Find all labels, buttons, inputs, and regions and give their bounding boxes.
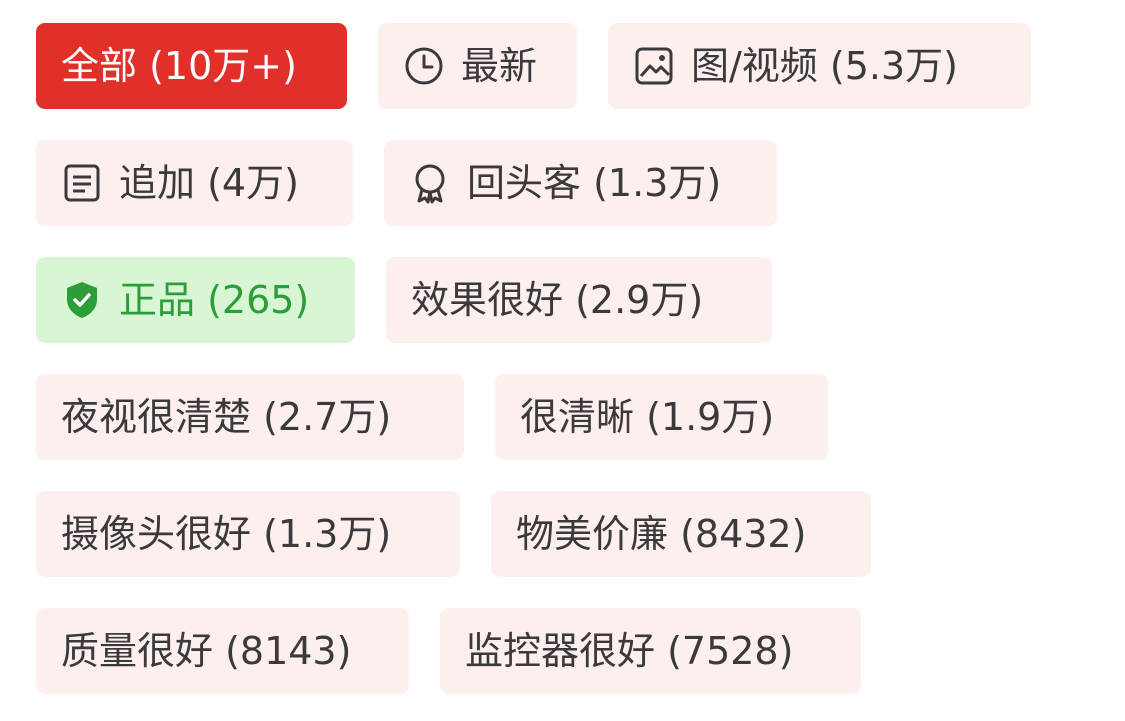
- filter-genuine[interactable]: 正品 (265): [36, 257, 355, 343]
- filter-latest[interactable]: 最新: [378, 23, 577, 109]
- badge-icon: [409, 162, 451, 204]
- filter-tag[interactable]: 监控器很好 (7528): [440, 608, 861, 694]
- filter-row: 正品 (265) 效果很好 (2.9万): [36, 257, 772, 343]
- filter-tag-label: 物美价廉 (8432): [516, 512, 807, 556]
- filter-tag-label: 监控器很好 (7528): [465, 629, 794, 673]
- filter-tag[interactable]: 很清晰 (1.9万): [495, 374, 828, 460]
- filter-row: 摄像头很好 (1.3万) 物美价廉 (8432): [36, 491, 871, 577]
- filter-latest-label: 最新: [461, 44, 538, 88]
- filter-genuine-label: 正品 (265): [119, 278, 310, 322]
- filter-row: 质量很好 (8143) 监控器很好 (7528): [36, 608, 861, 694]
- review-filter-tags: 全部 (10万+) 最新 图/视频 (5.3万) 追加 (4万) 回头客 (1.…: [0, 0, 1125, 721]
- shield-check-icon: [61, 279, 103, 321]
- clock-icon: [403, 45, 445, 87]
- filter-tag-label: 摄像头很好 (1.3万): [61, 512, 392, 556]
- filter-row: 夜视很清楚 (2.7万) 很清晰 (1.9万): [36, 374, 828, 460]
- filter-media[interactable]: 图/视频 (5.3万): [608, 23, 1031, 109]
- filter-tag[interactable]: 效果很好 (2.9万): [386, 257, 772, 343]
- filter-tag[interactable]: 摄像头很好 (1.3万): [36, 491, 460, 577]
- filter-all-label: 全部 (10万+): [61, 44, 297, 88]
- filter-row: 全部 (10万+) 最新 图/视频 (5.3万): [36, 23, 1031, 109]
- filter-tag-label: 效果很好 (2.9万): [411, 278, 704, 322]
- filter-media-label: 图/视频 (5.3万): [691, 44, 958, 88]
- filter-row: 追加 (4万) 回头客 (1.3万): [36, 140, 777, 226]
- image-icon: [633, 45, 675, 87]
- filter-followup[interactable]: 追加 (4万): [36, 140, 353, 226]
- filter-repeat-customer-label: 回头客 (1.3万): [467, 161, 722, 205]
- filter-tag[interactable]: 夜视很清楚 (2.7万): [36, 374, 464, 460]
- filter-tag-label: 质量很好 (8143): [61, 629, 352, 673]
- filter-followup-label: 追加 (4万): [119, 161, 299, 205]
- filter-tag-label: 夜视很清楚 (2.7万): [61, 395, 392, 439]
- filter-all[interactable]: 全部 (10万+): [36, 23, 347, 109]
- filter-tag[interactable]: 质量很好 (8143): [36, 608, 409, 694]
- filter-repeat-customer[interactable]: 回头客 (1.3万): [384, 140, 777, 226]
- filter-tag[interactable]: 物美价廉 (8432): [491, 491, 871, 577]
- document-icon: [61, 162, 103, 204]
- filter-tag-label: 很清晰 (1.9万): [520, 395, 775, 439]
